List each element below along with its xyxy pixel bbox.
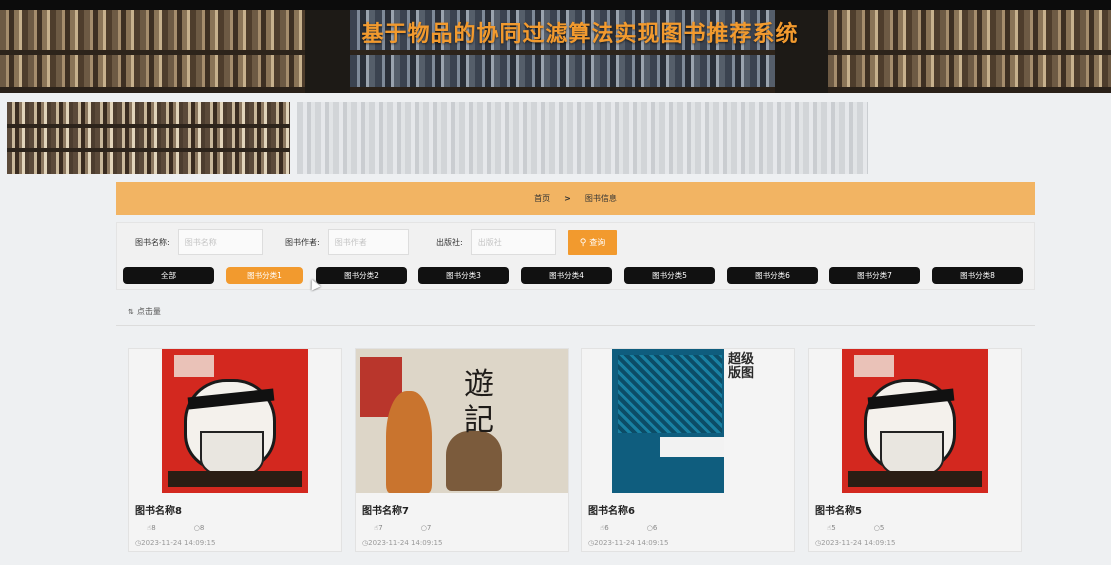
like-count: ☝7 (374, 524, 383, 532)
publisher-label: 出版社: (436, 237, 463, 247)
sort-icon: ⇅ (128, 307, 134, 316)
search-icon: ⚲ (579, 237, 587, 248)
breadcrumb-separator: > (564, 194, 571, 203)
book-title[interactable]: 图书名称7 (362, 502, 409, 517)
book-cover-image: 超级版图 (612, 349, 764, 493)
book-cover[interactable] (809, 349, 1021, 493)
book-title[interactable]: 图书名称6 (588, 502, 635, 517)
carousel-slide-3[interactable] (587, 102, 868, 174)
book-cover[interactable]: 超级版图 (582, 349, 794, 493)
like-count: ☝8 (147, 524, 156, 532)
book-author-input[interactable]: 图书作者 (327, 229, 409, 255)
book-name-field: 图书名称: 图书名称 (135, 229, 263, 255)
book-cover[interactable]: 遊 記 (356, 349, 568, 493)
book-card[interactable]: 遊 記 图书名称7 ☝7 ○7 ◷2023-11-24 14:09:15 (355, 348, 569, 552)
category-2[interactable]: 图书分类2 (316, 267, 407, 284)
carousel-slide-2[interactable] (297, 102, 587, 174)
like-count: ☝5 (827, 524, 836, 532)
cover-calligraphy: 遊 記 (464, 367, 494, 438)
book-cover-image: 遊 記 (356, 349, 568, 493)
search-panel: 图书名称: 图书名称 图书作者: 图书作者 出版社: 出版社 ⚲ 查询 全部 图… (116, 222, 1035, 291)
comment-count: ○5 (873, 524, 885, 532)
publisher-input[interactable]: 出版社 (470, 229, 556, 255)
search-button-label: 查询 (589, 238, 606, 247)
book-stats: ☝8 ○8 (147, 524, 204, 532)
comment-count: ○6 (646, 524, 658, 532)
top-strip (0, 0, 1111, 10)
book-name-input[interactable]: 图书名称 (177, 229, 263, 255)
book-title[interactable]: 图书名称5 (815, 502, 862, 517)
book-stats: ☝6 ○6 (600, 524, 657, 532)
book-card[interactable]: 超级版图 图书名称6 ☝6 ○6 ◷2023-11-24 14:09:15 (581, 348, 795, 552)
header-banner: 基于物品的协同过滤算法实现图书推荐系统 (0, 0, 1111, 93)
book-time: ◷2023-11-24 14:09:15 (362, 539, 443, 547)
book-stats: ☝7 ○7 (374, 524, 431, 532)
carousel-slide-1[interactable] (7, 102, 290, 174)
book-card[interactable]: 图书名称8 ☝8 ○8 ◷2023-11-24 14:09:15 (128, 348, 342, 552)
comment-count: ○8 (193, 524, 205, 532)
book-time: ◷2023-11-24 14:09:15 (815, 539, 896, 547)
site-title: 基于物品的协同过滤算法实现图书推荐系统 (361, 22, 799, 47)
category-1[interactable]: 图书分类1 (226, 267, 303, 284)
book-stats: ☝5 ○5 (827, 524, 884, 532)
category-7[interactable]: 图书分类7 (829, 267, 920, 284)
cover-title-text: 超级版图 (728, 352, 755, 381)
breadcrumb-home-link[interactable]: 首页 (534, 193, 550, 204)
category-3[interactable]: 图书分类3 (418, 267, 509, 284)
banner-carousel[interactable] (7, 102, 868, 174)
book-author-field: 图书作者: 图书作者 (285, 229, 409, 255)
breadcrumb-current: 图书信息 (584, 194, 617, 203)
like-count: ☝6 (600, 524, 609, 532)
book-time: ◷2023-11-24 14:09:15 (588, 539, 669, 547)
breadcrumb: 首页 > 图书信息 (116, 182, 1035, 215)
book-title[interactable]: 图书名称8 (135, 502, 182, 517)
book-card[interactable]: 图书名称5 ☝5 ○5 ◷2023-11-24 14:09:15 (808, 348, 1022, 552)
comment-count: ○7 (420, 524, 432, 532)
category-all[interactable]: 全部 (123, 267, 214, 284)
book-cover-image (842, 349, 988, 493)
book-cover-image (162, 349, 308, 493)
category-4[interactable]: 图书分类4 (521, 267, 612, 284)
category-8[interactable]: 图书分类8 (932, 267, 1023, 284)
sort-by-clicks[interactable]: 点击量 (137, 306, 161, 317)
book-time: ◷2023-11-24 14:09:15 (135, 539, 216, 547)
search-button[interactable]: ⚲ 查询 (568, 230, 617, 255)
book-name-label: 图书名称: (135, 237, 170, 247)
book-cover[interactable] (129, 349, 341, 493)
publisher-field: 出版社: 出版社 (436, 229, 556, 255)
book-author-label: 图书作者: (285, 237, 320, 247)
category-6[interactable]: 图书分类6 (727, 267, 818, 284)
category-5[interactable]: 图书分类5 (624, 267, 715, 284)
sort-bar: ⇅ 点击量 (116, 298, 1035, 326)
